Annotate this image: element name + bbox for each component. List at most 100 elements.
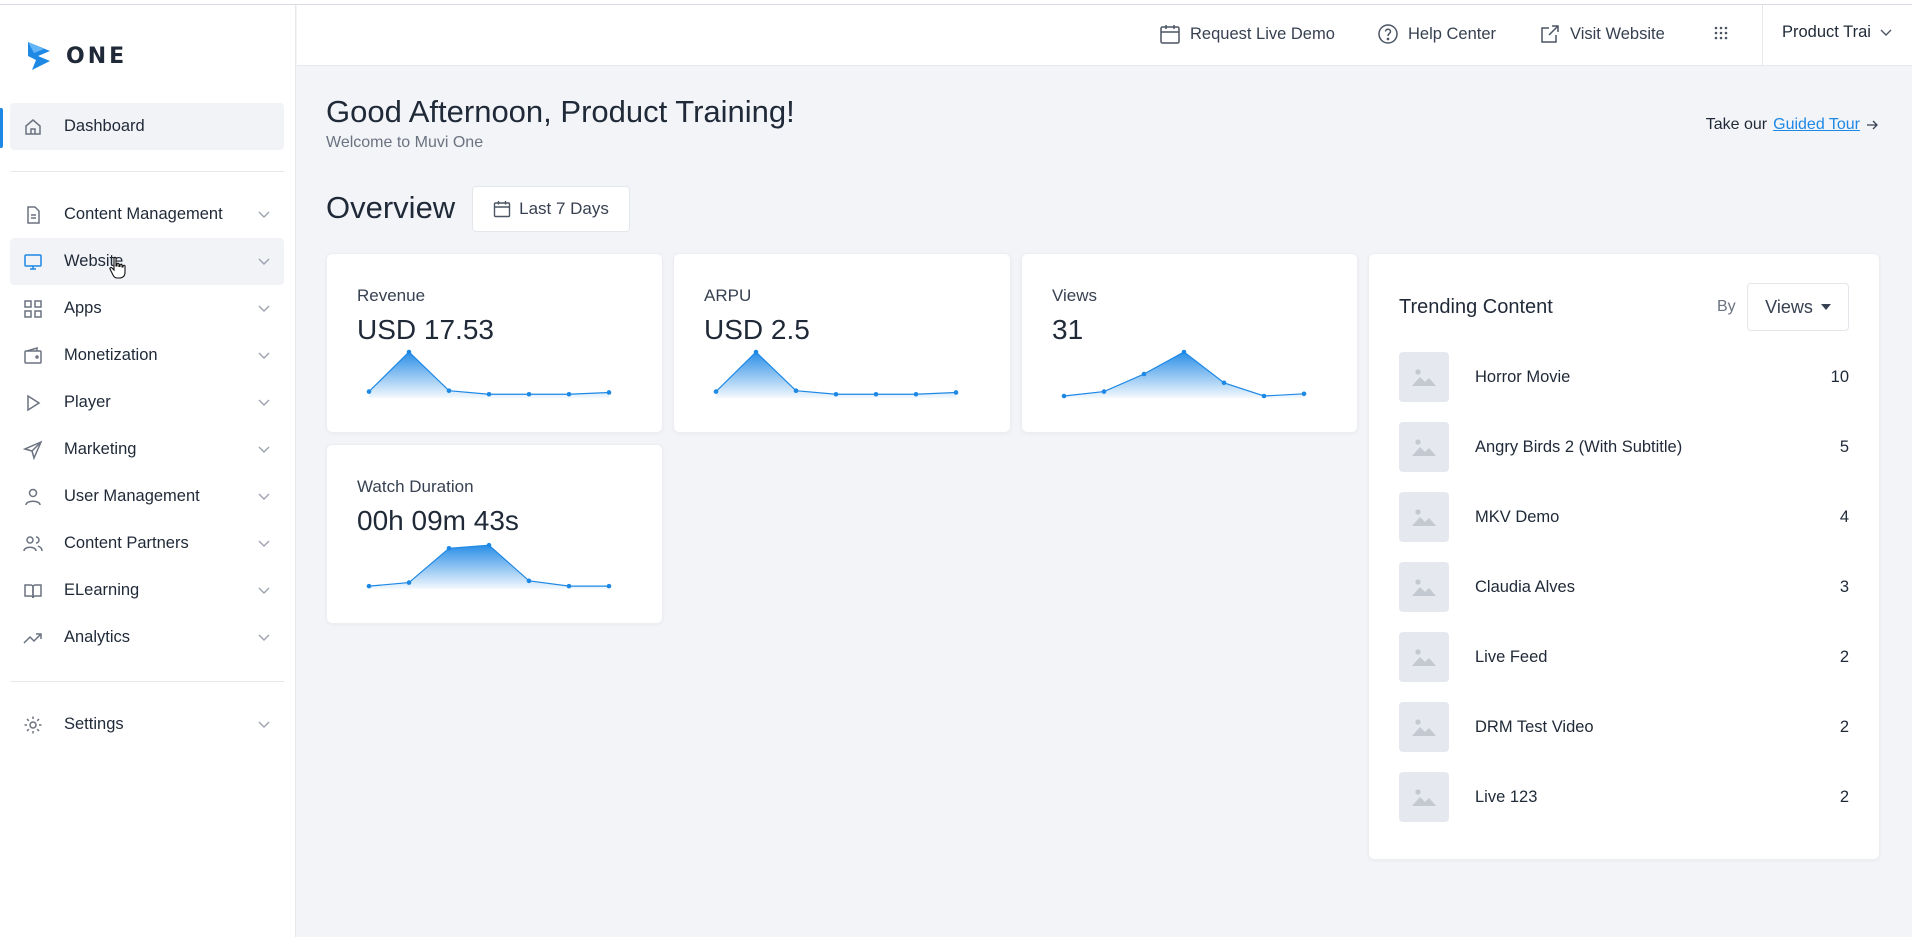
- sparkline-point: [873, 391, 879, 397]
- mouse-pointer-icon: [109, 256, 126, 279]
- sidebar-item-analytics[interactable]: Analytics: [10, 614, 284, 661]
- sidebar-item-settings[interactable]: Settings: [10, 701, 284, 748]
- card-value: USD 17.53: [357, 314, 494, 345]
- send-icon: [22, 439, 44, 461]
- sidebar-item-website[interactable]: Website: [10, 238, 284, 285]
- visit-website-link[interactable]: Visit Website: [1539, 23, 1665, 45]
- dots-grid-icon: [1714, 26, 1728, 40]
- top-bar-separator: [1762, 5, 1763, 66]
- views-card[interactable]: Views 31: [1021, 253, 1358, 433]
- sidebar-item-elearning[interactable]: ELearning: [10, 567, 284, 614]
- sidebar-item-label: Marketing: [64, 440, 137, 458]
- trending-item-count: 2: [1839, 717, 1849, 736]
- trending-item-count: 5: [1839, 437, 1849, 456]
- request-live-demo-label: Request Live Demo: [1190, 24, 1335, 43]
- grid-icon: [22, 298, 44, 320]
- trending-metric-select[interactable]: Views: [1747, 283, 1849, 331]
- sparkline-point: [606, 390, 612, 395]
- help-center-link[interactable]: Help Center: [1377, 23, 1496, 45]
- sidebar-item-label: Apps: [64, 299, 102, 317]
- caret-down-icon: [1820, 304, 1831, 310]
- trending-item[interactable]: Live 123 2: [1399, 771, 1849, 823]
- calendar-icon: [493, 201, 511, 218]
- sparkline-area: [1064, 352, 1304, 398]
- trending-up-icon: [22, 627, 44, 649]
- wallet-icon: [22, 345, 44, 367]
- chevron-down-icon: [256, 630, 272, 646]
- sidebar-item-content-management[interactable]: Content Management: [10, 191, 284, 238]
- tour-prefix: Take our: [1705, 116, 1768, 133]
- calendar-icon: [1160, 25, 1180, 44]
- sparkline-point: [833, 391, 839, 397]
- image-placeholder-icon: [1399, 422, 1449, 472]
- arpu-sparkline: [713, 349, 959, 398]
- active-indicator: [0, 108, 3, 148]
- gear-icon: [22, 714, 44, 736]
- sparkline-point: [1141, 371, 1147, 377]
- arpu-card[interactable]: ARPU USD 2.5: [673, 253, 1011, 433]
- apps-launcher-button[interactable]: [1713, 25, 1729, 41]
- image-placeholder-icon: [1399, 352, 1449, 402]
- logo-text: ONE: [66, 43, 128, 69]
- sidebar-item-player[interactable]: Player: [10, 379, 284, 426]
- user-menu[interactable]: Product Trai: [1782, 23, 1892, 42]
- sidebar-item-apps[interactable]: Apps: [10, 285, 284, 332]
- sparkline-point: [566, 583, 572, 589]
- trending-metric-value: Views: [1765, 296, 1813, 317]
- watch-duration-card[interactable]: Watch Duration 00h 09m 43s: [326, 444, 663, 624]
- chevron-down-icon: [256, 207, 272, 223]
- trending-item[interactable]: DRM Test Video 2: [1399, 701, 1849, 753]
- sidebar-item-monetization[interactable]: Monetization: [10, 332, 284, 379]
- revenue-sparkline: [366, 349, 612, 398]
- image-placeholder-icon: [1399, 702, 1449, 752]
- document-icon: [22, 204, 44, 226]
- trending-item-name: Live Feed: [1475, 647, 1548, 666]
- chevron-down-icon: [256, 489, 272, 505]
- play-icon: [22, 392, 44, 414]
- help-center-label: Help Center: [1408, 24, 1497, 43]
- trending-item-name: Horror Movie: [1475, 367, 1571, 386]
- sidebar-item-user-management[interactable]: User Management: [10, 473, 284, 520]
- date-range-button[interactable]: Last 7 Days: [472, 186, 630, 232]
- chevron-down-icon: [256, 442, 272, 458]
- guided-tour-link[interactable]: Guided Tour: [1773, 116, 1860, 134]
- trending-item[interactable]: Horror Movie 10: [1399, 351, 1849, 403]
- sparkline-point: [566, 391, 572, 397]
- user-menu-label: Product Trai: [1782, 23, 1871, 41]
- trending-content-panel: Trending Content By Views Horror Movie 1…: [1368, 253, 1880, 860]
- chevron-down-icon: [256, 301, 272, 317]
- image-placeholder-icon: [1399, 562, 1449, 612]
- trending-item[interactable]: MKV Demo 4: [1399, 491, 1849, 543]
- card-value: USD 2.5: [704, 314, 810, 345]
- logo-mark-icon: [28, 42, 50, 70]
- trending-item[interactable]: Angry Birds 2 (With Subtitle) 5: [1399, 421, 1849, 473]
- sparkline-point: [406, 349, 412, 355]
- trending-item[interactable]: Claudia Alves 3: [1399, 561, 1849, 613]
- sidebar-divider: [10, 171, 284, 172]
- brand-logo[interactable]: ONE: [24, 39, 127, 73]
- sparkline-point: [526, 391, 532, 397]
- sparkline-point: [713, 389, 719, 394]
- chevron-down-icon: [256, 348, 272, 364]
- sparkline-point: [526, 578, 532, 584]
- trending-item-name: MKV Demo: [1475, 507, 1560, 526]
- sparkline-point: [446, 545, 452, 551]
- sparkline-point: [486, 391, 492, 397]
- sidebar-item-dashboard[interactable]: Dashboard: [10, 103, 284, 150]
- sidebar-item-content-partners[interactable]: Content Partners: [10, 520, 284, 567]
- sidebar-item-label: Settings: [64, 715, 124, 733]
- external-link-icon: [1541, 25, 1559, 43]
- trending-item[interactable]: Live Feed 2: [1399, 631, 1849, 683]
- sparkline-point: [1061, 393, 1067, 399]
- trending-item-count: 2: [1839, 647, 1849, 666]
- trending-item-name: Angry Birds 2 (With Subtitle): [1475, 437, 1683, 456]
- visit-website-label: Visit Website: [1570, 24, 1665, 43]
- sidebar: ONE Dashboard Content Management Website…: [0, 5, 296, 937]
- card-label: Views: [1052, 286, 1098, 305]
- card-value: 00h 09m 43s: [357, 505, 519, 536]
- request-live-demo-link[interactable]: Request Live Demo: [1159, 23, 1335, 45]
- sidebar-item-marketing[interactable]: Marketing: [10, 426, 284, 473]
- sparkline-point: [1261, 393, 1267, 399]
- card-label: Revenue: [357, 286, 426, 305]
- revenue-card[interactable]: Revenue USD 17.53: [326, 253, 663, 433]
